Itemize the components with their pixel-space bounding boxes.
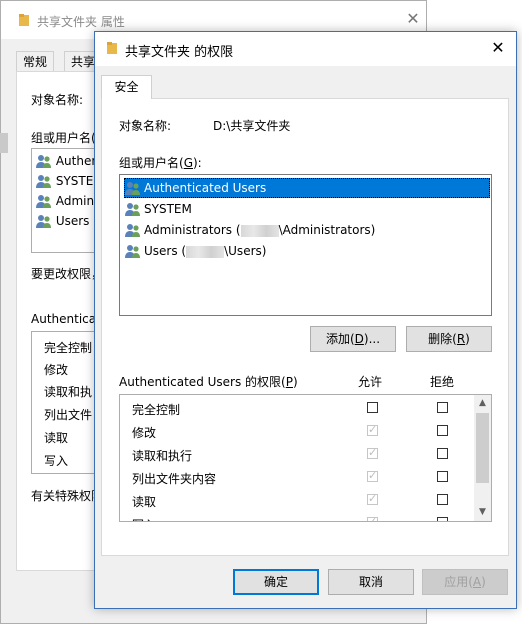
users-icon <box>36 194 51 208</box>
permission-name: 读取 <box>132 495 157 509</box>
object-name-label: 对象名称: <box>31 93 84 107</box>
scroll-up-icon[interactable]: ▲ <box>474 395 491 412</box>
change-perm-text: 要更改权限， <box>31 267 104 281</box>
list-item[interactable]: Authenticated Users <box>124 178 490 198</box>
add-button[interactable]: 添加(D)... <box>310 326 396 352</box>
allow-checkbox[interactable]: ✓ <box>367 469 378 482</box>
list-item[interactable]: Users (\Users) <box>124 241 490 261</box>
permissions-header-label: Authenticated Users 的权限(P) <box>119 375 298 389</box>
permission-name: 读取和执行 <box>132 449 193 463</box>
dialog-title: 共享文件夹 的权限 <box>125 45 234 60</box>
list-item[interactable]: SYSTEM <box>36 171 99 191</box>
scroll-thumb[interactable] <box>476 413 489 483</box>
folder-icon <box>107 42 117 54</box>
list-item[interactable]: Users ( <box>36 211 98 231</box>
deny-checkbox[interactable] <box>437 448 448 459</box>
object-name-value: D:\共享文件夹 <box>213 119 291 133</box>
apply-button[interactable]: 应用(A) <box>422 569 508 595</box>
properties-title: 共享文件夹 属性 <box>37 15 125 29</box>
users-icon <box>125 203 140 216</box>
list-item: 读取和执 <box>44 385 93 399</box>
list-item-label: Administrators (\Administrators) <box>144 223 376 237</box>
folder-icon <box>19 14 29 26</box>
table-row: 读取和执行 ✓ <box>120 443 475 466</box>
list-item[interactable]: Administrators (\Administrators) <box>124 220 490 240</box>
special-perm-text: 有关特殊权限 <box>31 489 104 503</box>
users-icon <box>125 182 140 195</box>
allow-checkbox[interactable]: ✓ <box>367 492 378 505</box>
group-or-user-label: 组或用户名(G): <box>119 156 202 170</box>
check-icon: ✓ <box>368 515 378 522</box>
users-icon <box>36 214 51 228</box>
check-icon: ✓ <box>368 446 378 459</box>
group-label: 组或用户名( <box>31 131 96 145</box>
tab-general[interactable]: 常规 <box>16 51 55 72</box>
check-icon: ✓ <box>368 469 378 482</box>
allow-checkbox[interactable]: ✓ <box>367 423 378 436</box>
allow-checkbox[interactable]: ✓ <box>367 446 378 459</box>
remove-button[interactable]: 删除(R) <box>406 326 492 352</box>
allow-checkbox[interactable] <box>367 402 378 413</box>
ok-button[interactable]: 确定 <box>233 569 319 595</box>
list-item-label: Admini <box>55 194 98 208</box>
list-item-label: SYSTEM <box>55 174 99 188</box>
permissions-list[interactable]: 完全控制 修改 ✓ 读取和执行 ✓ 列出文件夹内容 ✓ 读取 ✓ 写入 ✓ <box>119 394 492 522</box>
allow-header: 允许 <box>358 375 383 389</box>
permissions-scrollbar[interactable]: ▲ ▼ <box>474 395 491 521</box>
permission-name: 完全控制 <box>132 403 181 417</box>
table-row: 列出文件夹内容 ✓ <box>120 466 475 489</box>
deny-checkbox[interactable] <box>437 494 448 505</box>
object-name-label: 对象名称: <box>119 119 172 133</box>
deny-checkbox[interactable] <box>437 517 448 521</box>
list-item-label: Authen <box>55 154 99 168</box>
deny-checkbox[interactable] <box>437 425 448 436</box>
deny-checkbox[interactable] <box>437 402 448 413</box>
table-row: 写入 ✓ <box>120 512 475 522</box>
redacted-block <box>186 245 225 258</box>
permission-name: 修改 <box>132 426 157 440</box>
table-row: 修改 ✓ <box>120 420 475 443</box>
list-item[interactable]: SYSTEM <box>124 199 490 219</box>
permission-name: 列出文件夹内容 <box>132 472 217 486</box>
list-item[interactable]: Authen <box>36 151 99 171</box>
list-item: 修改 <box>44 363 69 377</box>
allow-checkbox[interactable]: ✓ <box>367 515 378 522</box>
list-item-label: SYSTEM <box>144 202 192 216</box>
users-icon <box>125 224 140 237</box>
users-icon <box>125 245 140 258</box>
window-edge <box>0 133 8 153</box>
close-icon[interactable]: ✕ <box>405 11 421 27</box>
close-icon[interactable]: ✕ <box>489 39 507 57</box>
check-icon: ✓ <box>368 492 378 505</box>
table-row: 完全控制 <box>120 397 475 420</box>
list-item-label: Users ( <box>55 214 98 228</box>
list-item: 读取 <box>44 431 69 445</box>
users-list[interactable]: Authenticated Users SYSTEM Administrator… <box>119 174 492 316</box>
bg-users-list[interactable]: Authen SYSTEM Admini Users ( <box>31 148 99 253</box>
check-icon: ✓ <box>368 423 378 436</box>
permission-name: 写入 <box>132 516 156 521</box>
tab-security[interactable]: 安全 <box>101 75 152 99</box>
perm-header: Authenticat <box>31 312 101 326</box>
list-item-label: Authenticated Users <box>144 181 267 195</box>
permissions-dialog: 共享文件夹 的权限 ✕ 安全 对象名称: D:\共享文件夹 组或用户名(G): … <box>94 31 517 609</box>
table-row: 读取 ✓ <box>120 489 475 512</box>
list-item-label: Users (\Users) <box>144 244 267 258</box>
list-item: 完全控制 <box>44 341 93 355</box>
users-icon <box>36 154 51 168</box>
deny-checkbox[interactable] <box>437 471 448 482</box>
redacted-block <box>240 224 279 237</box>
dialog-titlebar: 共享文件夹 的权限 ✕ <box>95 32 516 66</box>
users-icon <box>36 174 51 188</box>
scroll-down-icon[interactable]: ▼ <box>474 504 491 521</box>
list-item: 列出文件 <box>44 408 93 422</box>
list-item[interactable]: Admini <box>36 191 97 211</box>
deny-header: 拒绝 <box>430 375 455 389</box>
bg-perm-list: 完全控制 修改 读取和执 列出文件 读取 写入 <box>31 331 99 474</box>
list-item: 写入 <box>44 454 69 468</box>
cancel-button[interactable]: 取消 <box>328 569 414 595</box>
